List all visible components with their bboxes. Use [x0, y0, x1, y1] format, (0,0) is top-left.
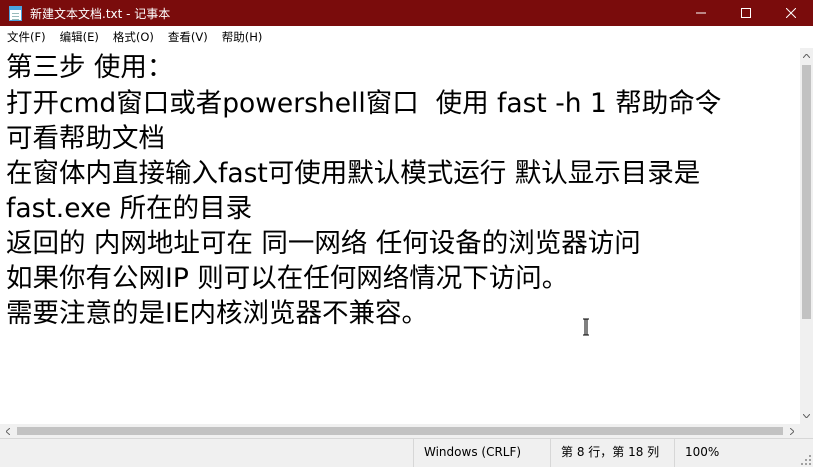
- resize-grip-icon[interactable]: [801, 455, 811, 465]
- chevron-left-icon: [6, 427, 10, 435]
- text-line: 返回的 内网地址可在 同一网络 任何设备的浏览器访问: [6, 228, 641, 259]
- menu-view[interactable]: 查看(V): [161, 26, 215, 48]
- menu-edit[interactable]: 编辑(E): [53, 26, 106, 48]
- horizontal-scroll-thumb[interactable]: [17, 427, 783, 435]
- close-icon: [785, 8, 796, 18]
- menu-help[interactable]: 帮助(H): [215, 26, 270, 48]
- chevron-right-icon: [790, 427, 794, 435]
- maximize-icon: [740, 8, 751, 18]
- scroll-left-button[interactable]: [0, 424, 16, 438]
- maximize-button[interactable]: [723, 0, 768, 26]
- scrollbar-corner: [800, 424, 813, 438]
- scroll-right-button[interactable]: [784, 424, 800, 438]
- text-line: 需要注意的是IE内核浏览器不兼容。: [6, 298, 429, 329]
- text-line: 如果你有公网IP 则可以在任何网络情况下访问。: [6, 263, 569, 294]
- text-line: 可看帮助文档: [6, 123, 165, 154]
- chevron-up-icon: [803, 54, 810, 58]
- text-line: fast.exe 所在的目录: [6, 193, 253, 224]
- text-line: 打开cmd窗口或者powershell窗口 使用 fast -h 1 帮助命令: [6, 88, 722, 119]
- scroll-down-button[interactable]: [800, 408, 813, 424]
- minimize-icon: [695, 12, 706, 14]
- minimize-button[interactable]: [678, 0, 723, 26]
- status-cursor-position: 第 8 行，第 18 列: [550, 439, 673, 467]
- horizontal-scrollbar[interactable]: [0, 424, 800, 438]
- vertical-scroll-thumb[interactable]: [802, 65, 811, 319]
- notepad-icon: [9, 5, 22, 21]
- chevron-down-icon: [803, 414, 810, 418]
- text-line: 在窗体内直接输入fast可使用默认模式运行 默认显示目录是: [6, 158, 701, 189]
- text-editor[interactable]: 第三步 使用： 打开cmd窗口或者powershell窗口 使用 fast -h…: [0, 48, 800, 424]
- status-zoom: 100%: [674, 439, 734, 467]
- window-title: 新建文本文档.txt - 记事本: [30, 6, 171, 21]
- ibeam-cursor-icon: [583, 318, 589, 336]
- text-line: 第三步 使用：: [6, 52, 174, 83]
- scroll-up-button[interactable]: [800, 48, 813, 64]
- title-bar[interactable]: 新建文本文档.txt - 记事本: [0, 0, 813, 26]
- status-bar: Windows (CRLF) 第 8 行，第 18 列 100%: [0, 438, 813, 467]
- close-button[interactable]: [768, 0, 813, 26]
- status-encoding: Windows (CRLF): [413, 439, 546, 467]
- menu-bar: 文件(F) 编辑(E) 格式(O) 查看(V) 帮助(H): [0, 26, 813, 48]
- vertical-scrollbar[interactable]: [800, 48, 813, 424]
- menu-file[interactable]: 文件(F): [0, 26, 53, 48]
- menu-format[interactable]: 格式(O): [106, 26, 161, 48]
